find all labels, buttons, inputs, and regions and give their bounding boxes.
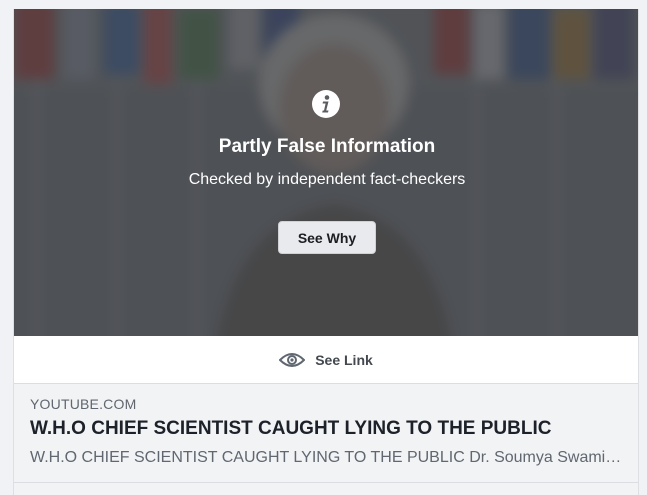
preview-domain: YOUTUBE.COM xyxy=(30,396,137,412)
warning-content: Partly False Information Checked by inde… xyxy=(14,9,638,336)
fact-check-overlay[interactable]: Partly False Information Checked by inde… xyxy=(14,9,638,336)
preview-description: W.H.O CHIEF SCIENTIST CAUGHT LYING TO TH… xyxy=(30,449,626,466)
divider xyxy=(14,482,638,483)
preview-title[interactable]: W.H.O CHIEF SCIENTIST CAUGHT LYING TO TH… xyxy=(30,418,551,440)
info-icon xyxy=(311,89,341,119)
warning-subtitle: Checked by independent fact-checkers xyxy=(188,171,466,188)
see-link-button[interactable]: See Link xyxy=(14,336,638,384)
post-card: Partly False Information Checked by inde… xyxy=(13,9,639,495)
see-link-label: See Link xyxy=(315,351,373,368)
link-preview[interactable]: YOUTUBE.COM W.H.O CHIEF SCIENTIST CAUGHT… xyxy=(14,384,638,495)
see-why-button[interactable]: See Why xyxy=(278,221,376,254)
feed-page: Partly False Information Checked by inde… xyxy=(0,0,647,495)
warning-title: Partly False Information xyxy=(218,136,436,157)
eye-icon xyxy=(278,352,306,368)
